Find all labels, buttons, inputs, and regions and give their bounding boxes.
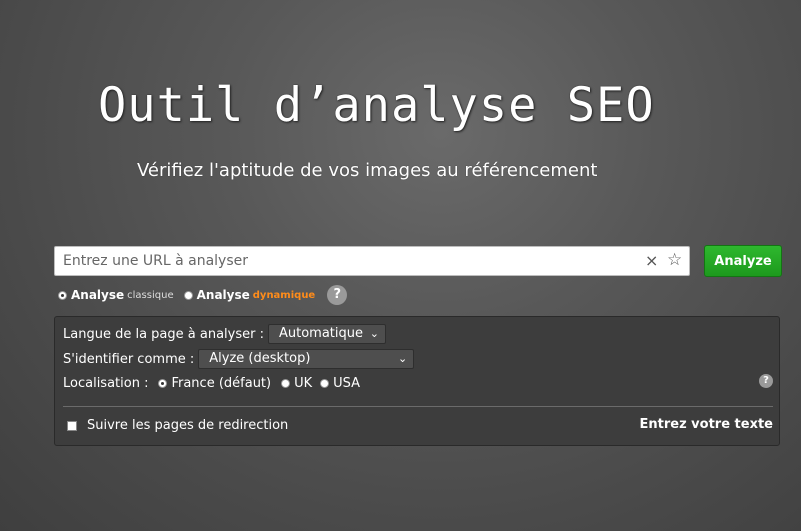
options-panel: Langue de la page à analyser : Automatiq… — [54, 316, 780, 446]
radio-classic[interactable] — [58, 290, 67, 300]
location-row: Localisation : France (défaut) UK USA — [63, 376, 360, 391]
identify-row: S'identifier comme : Alyze (desktop) ⌄ — [63, 349, 415, 369]
analysis-mode-group: Analyse classique Analyse dynamique ? — [58, 285, 348, 305]
help-icon[interactable]: ? — [327, 285, 348, 305]
divider — [63, 406, 773, 407]
radio-dynamic[interactable] — [183, 290, 193, 300]
radio-location-usa[interactable] — [320, 379, 330, 388]
page-title: Outil d’analyse SEO — [98, 78, 655, 133]
identify-select-value: Alyze (desktop) — [209, 351, 311, 366]
clear-icon[interactable]: × — [645, 251, 658, 270]
page-subtitle: Vérifiez l'aptitude de vos images au réf… — [137, 160, 598, 181]
follow-redirects-label: Suivre les pages de redirection — [87, 418, 289, 433]
follow-redirects-checkbox[interactable] — [67, 420, 77, 431]
enter-text-link[interactable]: Entrez votre texte — [640, 417, 774, 432]
star-icon[interactable]: ☆ — [667, 250, 682, 270]
radio-location-france[interactable] — [158, 379, 168, 388]
language-row: Langue de la page à analyser : Automatiq… — [63, 324, 386, 344]
mode-dynamic-label: Analyse — [196, 288, 250, 302]
radio-location-uk[interactable] — [281, 379, 291, 388]
url-input[interactable] — [55, 247, 635, 275]
location-france-label: France (défaut) — [171, 376, 272, 391]
mode-classic-suffix: classique — [127, 289, 174, 301]
help-icon[interactable]: ? — [759, 374, 773, 388]
language-label: Langue de la page à analyser : — [63, 326, 264, 342]
url-field-container: × ☆ — [54, 246, 690, 276]
redirect-row: Suivre les pages de redirection — [67, 418, 288, 433]
language-select[interactable]: Automatique ⌄ — [267, 324, 386, 344]
location-usa-label: USA — [333, 376, 361, 391]
mode-dynamic-suffix: dynamique — [252, 289, 316, 301]
identify-select[interactable]: Alyze (desktop) ⌄ — [198, 349, 415, 369]
mode-classic-label: Analyse — [71, 288, 125, 302]
identify-label: S'identifier comme : — [63, 351, 195, 367]
chevron-down-icon: ⌄ — [398, 352, 408, 365]
location-uk-label: UK — [294, 376, 313, 391]
chevron-down-icon: ⌄ — [369, 327, 379, 340]
location-label: Localisation : — [63, 376, 149, 391]
analyze-button[interactable]: Analyze — [704, 245, 782, 277]
language-select-value: Automatique — [278, 326, 363, 341]
